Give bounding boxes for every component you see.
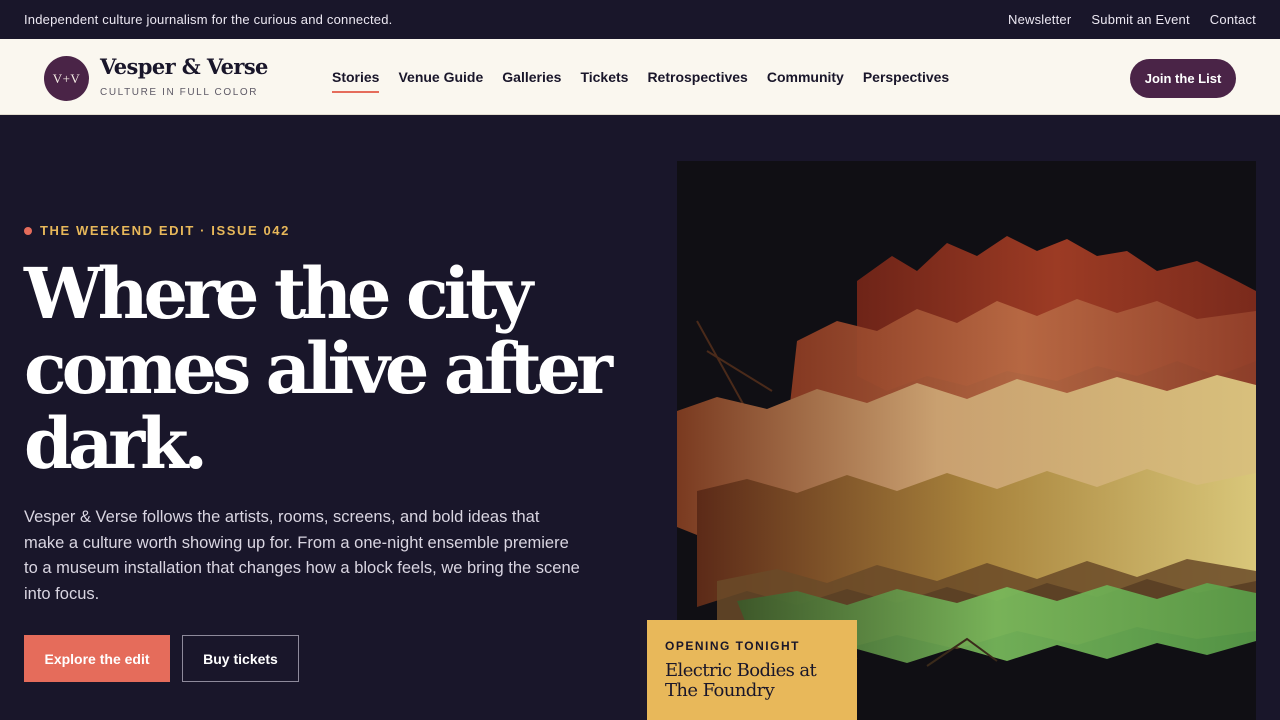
nav-item-community[interactable]: Community [767, 69, 844, 93]
submit-event-link[interactable]: Submit an Event [1091, 12, 1189, 27]
utility-tagline: Independent culture journalism for the c… [24, 12, 393, 27]
issue-eyebrow: THE WEEKEND EDIT · ISSUE 042 [24, 223, 290, 238]
newsletter-link[interactable]: Newsletter [1008, 12, 1071, 27]
join-list-button[interactable]: Join the List [1130, 59, 1236, 98]
eyebrow-dot [24, 226, 32, 235]
nav-item-tickets[interactable]: Tickets [580, 69, 628, 93]
nav-item-galleries[interactable]: Galleries [502, 69, 561, 93]
eyebrow-label: THE WEEKEND EDIT · ISSUE 042 [40, 223, 290, 238]
utility-bar: Independent culture journalism for the c… [0, 0, 1280, 39]
hero-headline: Where the city comes alive after dark. [24, 252, 613, 485]
nav-item-retrospectives[interactable]: Retrospectives [647, 69, 747, 93]
nav-item-stories[interactable]: Stories [332, 69, 380, 93]
card-title: Electric Bodies at The Foundry [665, 660, 817, 701]
card-label: OPENING TONIGHT [665, 639, 800, 653]
buy-tickets-button[interactable]: Buy tickets [182, 635, 299, 682]
brand-name[interactable]: Vesper & Verse [100, 54, 268, 79]
hero-description: Vesper & Verse follows the artists, room… [24, 508, 580, 603]
main-navigation: V+V Vesper & Verse CULTURE IN FULL COLOR… [0, 39, 1280, 115]
contact-link[interactable]: Contact [1210, 12, 1256, 27]
opening-tonight-card[interactable]: OPENING TONIGHT Electric Bodies at The F… [647, 620, 857, 720]
brand-tagline: CULTURE IN FULL COLOR [100, 87, 259, 98]
nav-menu: Stories Venue Guide Galleries Tickets Re… [332, 69, 949, 93]
explore-edit-button[interactable]: Explore the edit [24, 635, 170, 682]
nav-item-venue-guide[interactable]: Venue Guide [398, 69, 483, 93]
logo-monogram[interactable]: V+V [44, 56, 89, 101]
nav-item-perspectives[interactable]: Perspectives [863, 69, 949, 93]
utility-links: Newsletter Submit an Event Contact [1008, 12, 1256, 27]
